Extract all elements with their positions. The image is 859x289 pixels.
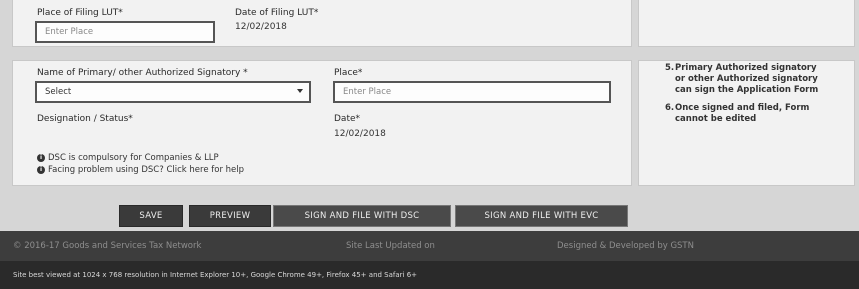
- dsc-note: i DSC is compulsory for Companies & LLP: [37, 153, 219, 163]
- instructions-panel: 5.Primary Authorized signatory or other …: [638, 60, 855, 186]
- copyright-text: © 2016-17 Goods and Services Tax Network: [13, 241, 202, 251]
- footer: © 2016-17 Goods and Services Tax Network…: [0, 231, 859, 261]
- date-of-filing-label: Date of Filing LUT*: [235, 8, 319, 18]
- lut-filing-panel: Place of Filing LUT* Enter Place Date of…: [12, 0, 632, 47]
- sign-file-evc-button[interactable]: SIGN AND FILE WITH EVC: [455, 205, 628, 227]
- browser-note-text: Site best viewed at 1024 x 768 resolutio…: [13, 271, 418, 279]
- dsc-help-link[interactable]: i Facing problem using DSC? Click here f…: [37, 165, 244, 175]
- place-label: Place*: [334, 68, 363, 78]
- date-value: 12/02/2018: [334, 129, 386, 139]
- chevron-down-icon: [297, 89, 303, 93]
- date-of-filing-value: 12/02/2018: [235, 22, 287, 32]
- signatory-select-value: Select: [45, 87, 72, 97]
- place-input[interactable]: Enter Place: [333, 81, 611, 103]
- dsc-note-text: DSC is compulsory for Companies & LLP: [48, 153, 219, 163]
- info-circle-icon: i: [37, 154, 45, 162]
- dsc-help-text: Facing problem using DSC? Click here for…: [48, 165, 245, 175]
- place-of-filing-label: Place of Filing LUT*: [37, 8, 123, 18]
- action-bar: SAVE PREVIEW SIGN AND FILE WITH DSC SIGN…: [0, 205, 859, 229]
- designation-label: Designation / Status*: [37, 114, 133, 124]
- developed-by-text: Designed & Developed by GSTN: [557, 241, 694, 251]
- date-label: Date*: [334, 114, 361, 124]
- instruction-item: 6.Once signed and filed, Form cannot be …: [665, 103, 810, 124]
- save-button[interactable]: SAVE: [119, 205, 183, 227]
- signatory-panel: Name of Primary/ other Authorized Signat…: [12, 60, 632, 186]
- info-circle-icon: i: [37, 166, 45, 174]
- sign-file-dsc-button[interactable]: SIGN AND FILE WITH DSC: [273, 205, 451, 227]
- preview-button[interactable]: PREVIEW: [189, 205, 271, 227]
- place-of-filing-input[interactable]: Enter Place: [35, 21, 215, 43]
- instruction-item: 5.Primary Authorized signatory or other …: [665, 63, 819, 95]
- signatory-select[interactable]: Select: [35, 81, 311, 103]
- side-panel-top: [638, 0, 855, 47]
- browser-note-bar: Site best viewed at 1024 x 768 resolutio…: [0, 261, 859, 289]
- last-updated-text: Site Last Updated on: [346, 241, 435, 251]
- signatory-label: Name of Primary/ other Authorized Signat…: [37, 68, 248, 78]
